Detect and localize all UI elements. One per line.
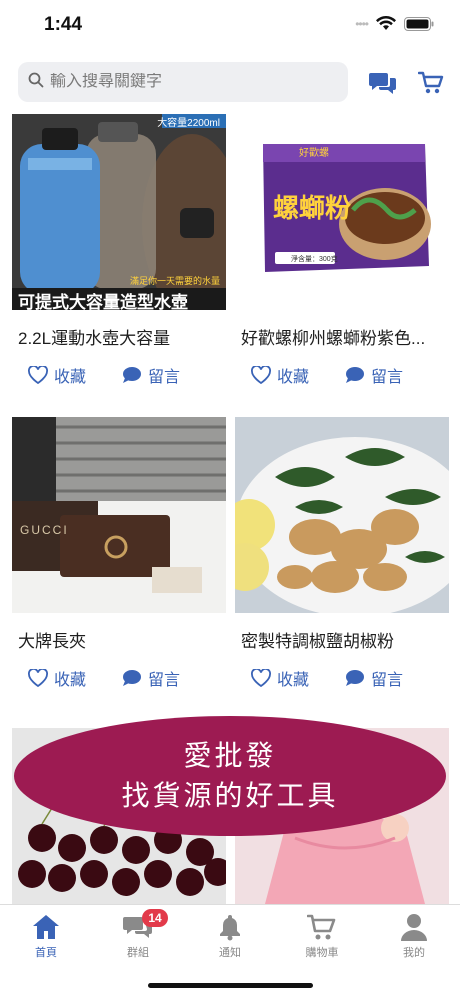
comment-icon: [346, 367, 364, 383]
notification-badge: 14: [142, 909, 168, 927]
image-caption-mid: 滿足你一天需要的水量: [129, 276, 220, 286]
bell-icon: [198, 911, 262, 941]
comment-label: 留言: [148, 672, 181, 689]
home-indicator: [148, 983, 313, 988]
status-icons: ••••: [355, 16, 434, 31]
tab-notifications-label: 通知: [219, 947, 241, 959]
signal-dots-icon: ••••: [355, 16, 369, 31]
tab-notifications[interactable]: 通知: [198, 911, 262, 960]
promo-banner-line1: 愛批發: [183, 739, 277, 772]
product-grid: 大容量2200ml 滿足你一天需要的水量 可提式大容量造型水壺 2.2L運動水壺…: [0, 114, 460, 904]
tab-bar: 首頁 14 群組 通知 購物車 我的: [0, 904, 460, 996]
heart-icon: [28, 669, 48, 687]
image-brand: 好歡螺: [299, 148, 329, 159]
image-caption-sub: 淨含量：300克: [291, 256, 338, 263]
search-input[interactable]: [50, 73, 320, 91]
tab-groups-label: 群組: [127, 947, 149, 959]
search-icon: [28, 72, 44, 93]
product-title[interactable]: 2.2L運動水壺大容量: [12, 324, 226, 348]
person-icon: [382, 911, 446, 941]
comment-button[interactable]: 留言: [345, 665, 403, 691]
card-actions: 收藏 留言: [12, 362, 226, 388]
product-image[interactable]: 好歡螺 螺螄粉 淨含量：300克: [235, 114, 449, 310]
product-card[interactable]: 大容量2200ml 滿足你一天需要的水量 可提式大容量造型水壺 2.2L運動水壺…: [12, 114, 226, 388]
status-time: 1:44: [44, 14, 83, 35]
tab-home-label: 首頁: [35, 947, 57, 959]
cart-top-icon[interactable]: [416, 68, 446, 98]
image-caption-main: 螺螄粉: [273, 193, 352, 223]
favorite-label: 收藏: [54, 369, 87, 386]
search-row: [0, 60, 460, 104]
image-brand: GUCCI: [20, 523, 69, 537]
comment-icon: [123, 367, 141, 383]
comment-icon: [346, 670, 364, 686]
product-card[interactable]: GUCCI 大牌長夾 收藏 留言: [12, 417, 226, 691]
image-caption-bottom: 可提式大容量造型水壺: [18, 293, 188, 310]
tab-profile-label: 我的: [403, 947, 425, 959]
comment-label: 留言: [371, 672, 404, 689]
product-title[interactable]: 密製特調椒鹽胡椒粉: [235, 627, 449, 651]
home-icon: [14, 911, 78, 941]
favorite-button[interactable]: 收藏: [28, 665, 122, 691]
comment-label: 留言: [371, 369, 404, 386]
tab-home[interactable]: 首頁: [14, 911, 78, 960]
product-card[interactable]: 密製特調椒鹽胡椒粉 收藏 留言: [235, 417, 449, 691]
wifi-icon: [376, 16, 396, 31]
card-actions: 收藏 留言: [12, 665, 226, 691]
comment-icon: [123, 670, 141, 686]
favorite-button[interactable]: 收藏: [251, 362, 345, 388]
favorite-label: 收藏: [277, 672, 310, 689]
favorite-button[interactable]: 收藏: [28, 362, 122, 388]
heart-icon: [28, 366, 48, 384]
comment-button[interactable]: 留言: [122, 362, 180, 388]
product-title[interactable]: 好歡螺柳州螺螄粉紫色...: [235, 324, 449, 348]
heart-icon: [251, 669, 271, 687]
promo-banner-line2: 找貨源的好工具: [121, 779, 339, 812]
product-card[interactable]: 好歡螺 螺螄粉 淨含量：300克 好歡螺柳州螺螄粉紫色... 收藏 留言: [235, 114, 449, 388]
product-image[interactable]: 大容量2200ml 滿足你一天需要的水量 可提式大容量造型水壺: [12, 114, 226, 310]
comment-label: 留言: [148, 369, 181, 386]
comment-button[interactable]: 留言: [345, 362, 403, 388]
search-box[interactable]: [18, 62, 348, 102]
favorite-label: 收藏: [54, 672, 87, 689]
tab-cart[interactable]: 購物車: [290, 911, 354, 960]
tab-groups[interactable]: 14 群組: [106, 909, 170, 960]
product-image[interactable]: [235, 417, 449, 613]
comment-button[interactable]: 留言: [122, 665, 180, 691]
promo-banner[interactable]: 愛批發 找貨源的好工具: [14, 716, 446, 836]
product-title[interactable]: 大牌長夾: [12, 627, 226, 651]
tab-profile[interactable]: 我的: [382, 911, 446, 960]
status-bar: 1:44 ••••: [0, 0, 460, 52]
messages-icon[interactable]: [368, 68, 398, 98]
card-actions: 收藏 留言: [235, 362, 449, 388]
cart-icon: [290, 911, 354, 941]
image-caption-top: 大容量2200ml: [157, 118, 220, 129]
tab-cart-label: 購物車: [305, 947, 339, 959]
battery-icon: [404, 16, 434, 31]
heart-icon: [251, 366, 271, 384]
favorite-label: 收藏: [277, 369, 310, 386]
product-image[interactable]: GUCCI: [12, 417, 226, 613]
card-actions: 收藏 留言: [235, 665, 449, 691]
favorite-button[interactable]: 收藏: [251, 665, 345, 691]
